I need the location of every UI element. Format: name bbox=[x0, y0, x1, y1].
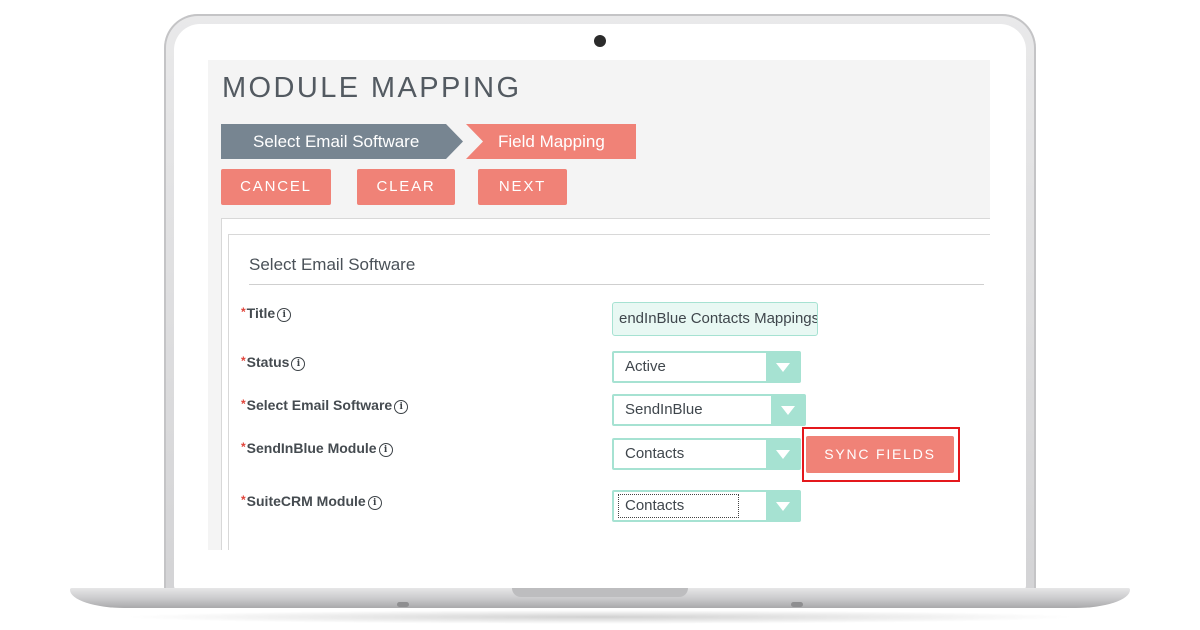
laptop-shadow bbox=[120, 610, 1080, 624]
wizard-step-select-email-software[interactable]: Select Email Software bbox=[221, 124, 463, 159]
page-title: MODULE MAPPING bbox=[222, 72, 522, 104]
dropdown-arrow-icon[interactable] bbox=[771, 396, 804, 424]
dropdown-arrow-icon[interactable] bbox=[766, 353, 799, 381]
sendinblue-module-select-value: Contacts bbox=[625, 445, 685, 462]
title-label-text: Title bbox=[246, 305, 276, 321]
next-button[interactable]: NEXT bbox=[478, 169, 567, 205]
suitecrm-module-label: *SuiteCRM Module i bbox=[241, 493, 382, 510]
title-label: *Title i bbox=[241, 305, 292, 322]
required-marker: * bbox=[241, 397, 246, 411]
sendinblue-module-select[interactable]: Contacts bbox=[612, 438, 801, 470]
wizard-step-field-mapping[interactable]: Field Mapping bbox=[466, 124, 636, 159]
email-software-select[interactable]: SendInBlue bbox=[612, 394, 806, 426]
suitecrm-module-select[interactable]: Contacts bbox=[612, 490, 801, 522]
suitecrm-module-select-value: Contacts bbox=[625, 497, 685, 514]
status-label: *Status i bbox=[241, 354, 306, 371]
required-marker: * bbox=[241, 305, 246, 319]
info-icon[interactable]: i bbox=[394, 400, 409, 414]
info-icon[interactable]: i bbox=[367, 496, 382, 510]
laptop-foot-left bbox=[397, 602, 409, 607]
panel-heading: Select Email Software bbox=[249, 255, 416, 274]
email-software-label-text: Select Email Software bbox=[246, 397, 393, 413]
dropdown-arrow-icon[interactable] bbox=[766, 440, 799, 468]
sendinblue-module-label: *SendInBlue Module i bbox=[241, 440, 393, 457]
panel-divider bbox=[249, 284, 984, 285]
email-software-select-value: SendInBlue bbox=[625, 401, 703, 418]
status-label-text: Status bbox=[246, 354, 290, 370]
suitecrm-module-label-text: SuiteCRM Module bbox=[246, 493, 366, 509]
status-select[interactable]: Active bbox=[612, 351, 801, 383]
required-marker: * bbox=[241, 354, 246, 368]
required-marker: * bbox=[241, 440, 246, 454]
required-marker: * bbox=[241, 493, 246, 507]
info-icon[interactable]: i bbox=[277, 308, 292, 322]
email-software-label: *Select Email Software i bbox=[241, 397, 409, 414]
sync-fields-button[interactable]: SYNC FIELDS bbox=[806, 436, 954, 473]
title-input[interactable]: endInBlue Contacts Mappings bbox=[612, 302, 818, 336]
screen: MODULE MAPPING Select Email Software Fie… bbox=[208, 60, 990, 550]
status-select-value: Active bbox=[625, 358, 666, 375]
laptop-base-notch bbox=[512, 588, 688, 597]
sendinblue-module-label-text: SendInBlue Module bbox=[246, 440, 377, 456]
dropdown-arrow-icon[interactable] bbox=[766, 492, 799, 520]
info-icon[interactable]: i bbox=[378, 443, 393, 457]
laptop-foot-right bbox=[791, 602, 803, 607]
cancel-button[interactable]: CANCEL bbox=[221, 169, 331, 205]
camera-icon bbox=[594, 35, 606, 47]
info-icon[interactable]: i bbox=[291, 357, 306, 371]
clear-button[interactable]: CLEAR bbox=[357, 169, 455, 205]
